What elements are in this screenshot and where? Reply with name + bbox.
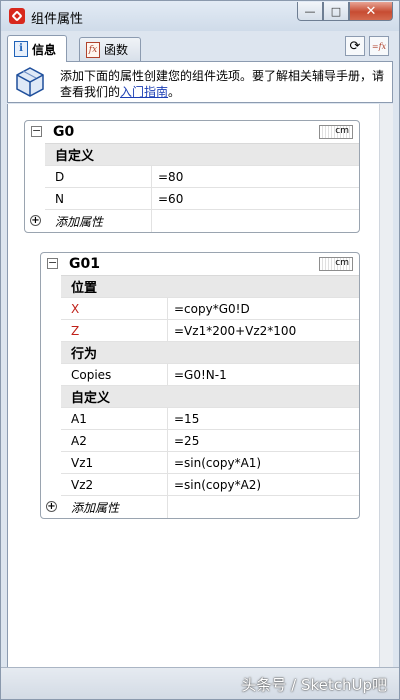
close-button[interactable]: ✕ (349, 2, 393, 21)
attribute-row[interactable]: N =60 (45, 188, 359, 210)
attribute-value[interactable]: =sin(copy*A1) (168, 452, 359, 473)
component-name: G01 (69, 256, 100, 272)
info-banner: 添加下面的属性创建您的组件选项。要了解相关辅导手册，请查看我们的入门指南。 (7, 61, 393, 103)
tab-info-label: 信息 (32, 42, 57, 57)
minimize-button[interactable]: — (297, 2, 323, 21)
banner-text: 添加下面的属性创建您的组件选项。要了解相关辅导手册，请查看我们的入门指南。 (60, 68, 390, 100)
units-selector[interactable]: cm (319, 257, 353, 271)
tab-strip: i 信息 fx 函数 ⟳ =fx (7, 33, 393, 62)
panel-header: − G0 cm (25, 121, 359, 143)
section-header: 自定义 (61, 386, 359, 408)
vertical-scrollbar[interactable] (379, 104, 393, 667)
component-attributes-window: 组件属性 — □ ✕ i 信息 fx 函数 ⟳ =fx 添加下面的属性创建您的组… (0, 0, 400, 700)
banner-period: 。 (168, 85, 181, 99)
section-header: 自定义 (45, 144, 359, 166)
component-panel-g01: − G01 cm 位置 X =copy*G0!D Z =Vz1*200+Vz2*… (40, 252, 360, 519)
attribute-name[interactable]: Vz1 (61, 452, 168, 473)
attribute-value[interactable]: =15 (168, 408, 359, 429)
watermark-text: 头条号 / SketchUp吧 (241, 676, 387, 694)
tab-functions-label: 函数 (104, 43, 129, 57)
attribute-value[interactable]: =60 (152, 188, 359, 209)
tab-functions[interactable]: fx 函数 (79, 37, 141, 61)
toggle-formula-button[interactable]: =fx (369, 36, 389, 56)
function-icon: fx (86, 41, 100, 58)
component-cube-icon (16, 67, 44, 97)
attribute-name[interactable]: Vz2 (61, 474, 168, 495)
attribute-value[interactable]: =G0!N-1 (168, 364, 359, 385)
attribute-name[interactable]: Z (61, 320, 168, 341)
attribute-value[interactable]: =Vz1*200+Vz2*100 (168, 320, 359, 341)
attribute-name[interactable]: X (61, 298, 168, 319)
attribute-row[interactable]: X =copy*G0!D (61, 298, 359, 320)
refresh-button[interactable]: ⟳ (345, 36, 365, 56)
banner-body: 添加下面的属性创建您的组件选项。要了解相关辅导手册，请查看我们的 (60, 69, 385, 99)
component-panel-g0: − G0 cm 自定义 D =80 N =60 + 添加属性 (24, 120, 360, 233)
component-name: G0 (53, 124, 75, 140)
attribute-rows: 自定义 D =80 N =60 (45, 143, 359, 210)
maximize-button[interactable]: □ (323, 2, 349, 21)
attributes-content: − G0 cm 自定义 D =80 N =60 + 添加属性 − G01 cm … (7, 104, 379, 667)
attribute-row[interactable]: Z =Vz1*200+Vz2*100 (61, 320, 359, 342)
attribute-row[interactable]: A2 =25 (61, 430, 359, 452)
attribute-name[interactable]: Copies (61, 364, 168, 385)
section-header: 行为 (61, 342, 359, 364)
attribute-name[interactable]: D (45, 166, 152, 187)
title-bar[interactable]: 组件属性 — □ ✕ (1, 1, 399, 31)
toggle-formula-icon: =fx (371, 41, 387, 51)
collapse-toggle-icon[interactable]: − (31, 125, 42, 137)
attribute-name[interactable]: A2 (61, 430, 168, 451)
add-attribute-row[interactable]: + 添加属性 (25, 210, 359, 232)
attribute-value[interactable]: =copy*G0!D (168, 298, 359, 319)
collapse-toggle-icon[interactable]: − (47, 257, 58, 269)
window-title: 组件属性 (31, 12, 84, 27)
tab-info[interactable]: i 信息 (7, 35, 67, 62)
attribute-row[interactable]: A1 =15 (61, 408, 359, 430)
getting-started-link[interactable]: 入门指南 (120, 85, 168, 99)
attribute-name[interactable]: N (45, 188, 152, 209)
attribute-row[interactable]: Vz2 =sin(copy*A2) (61, 474, 359, 496)
attribute-rows: 位置 X =copy*G0!D Z =Vz1*200+Vz2*100 行为 Co… (61, 275, 359, 496)
add-icon[interactable]: + (46, 501, 57, 512)
section-header: 位置 (61, 276, 359, 298)
refresh-icon: ⟳ (349, 38, 361, 54)
add-attribute-row[interactable]: + 添加属性 (41, 496, 359, 518)
attribute-value[interactable]: =25 (168, 430, 359, 451)
attribute-row[interactable]: D =80 (45, 166, 359, 188)
add-icon[interactable]: + (30, 215, 41, 226)
status-bar: 头条号 / SketchUp吧 (1, 667, 399, 699)
sketchup-app-icon (9, 8, 25, 24)
attribute-row[interactable]: Copies =G0!N-1 (61, 364, 359, 386)
panel-header: − G01 cm (41, 253, 359, 275)
attribute-row[interactable]: Vz1 =sin(copy*A1) (61, 452, 359, 474)
add-attribute-label[interactable]: 添加属性 (71, 496, 168, 518)
attribute-value[interactable]: =80 (152, 166, 359, 187)
attribute-name[interactable]: A1 (61, 408, 168, 429)
units-selector[interactable]: cm (319, 125, 353, 139)
info-icon: i (14, 41, 28, 57)
attribute-value[interactable]: =sin(copy*A2) (168, 474, 359, 495)
window-controls: — □ ✕ (297, 2, 393, 21)
add-attribute-label[interactable]: 添加属性 (55, 210, 152, 232)
